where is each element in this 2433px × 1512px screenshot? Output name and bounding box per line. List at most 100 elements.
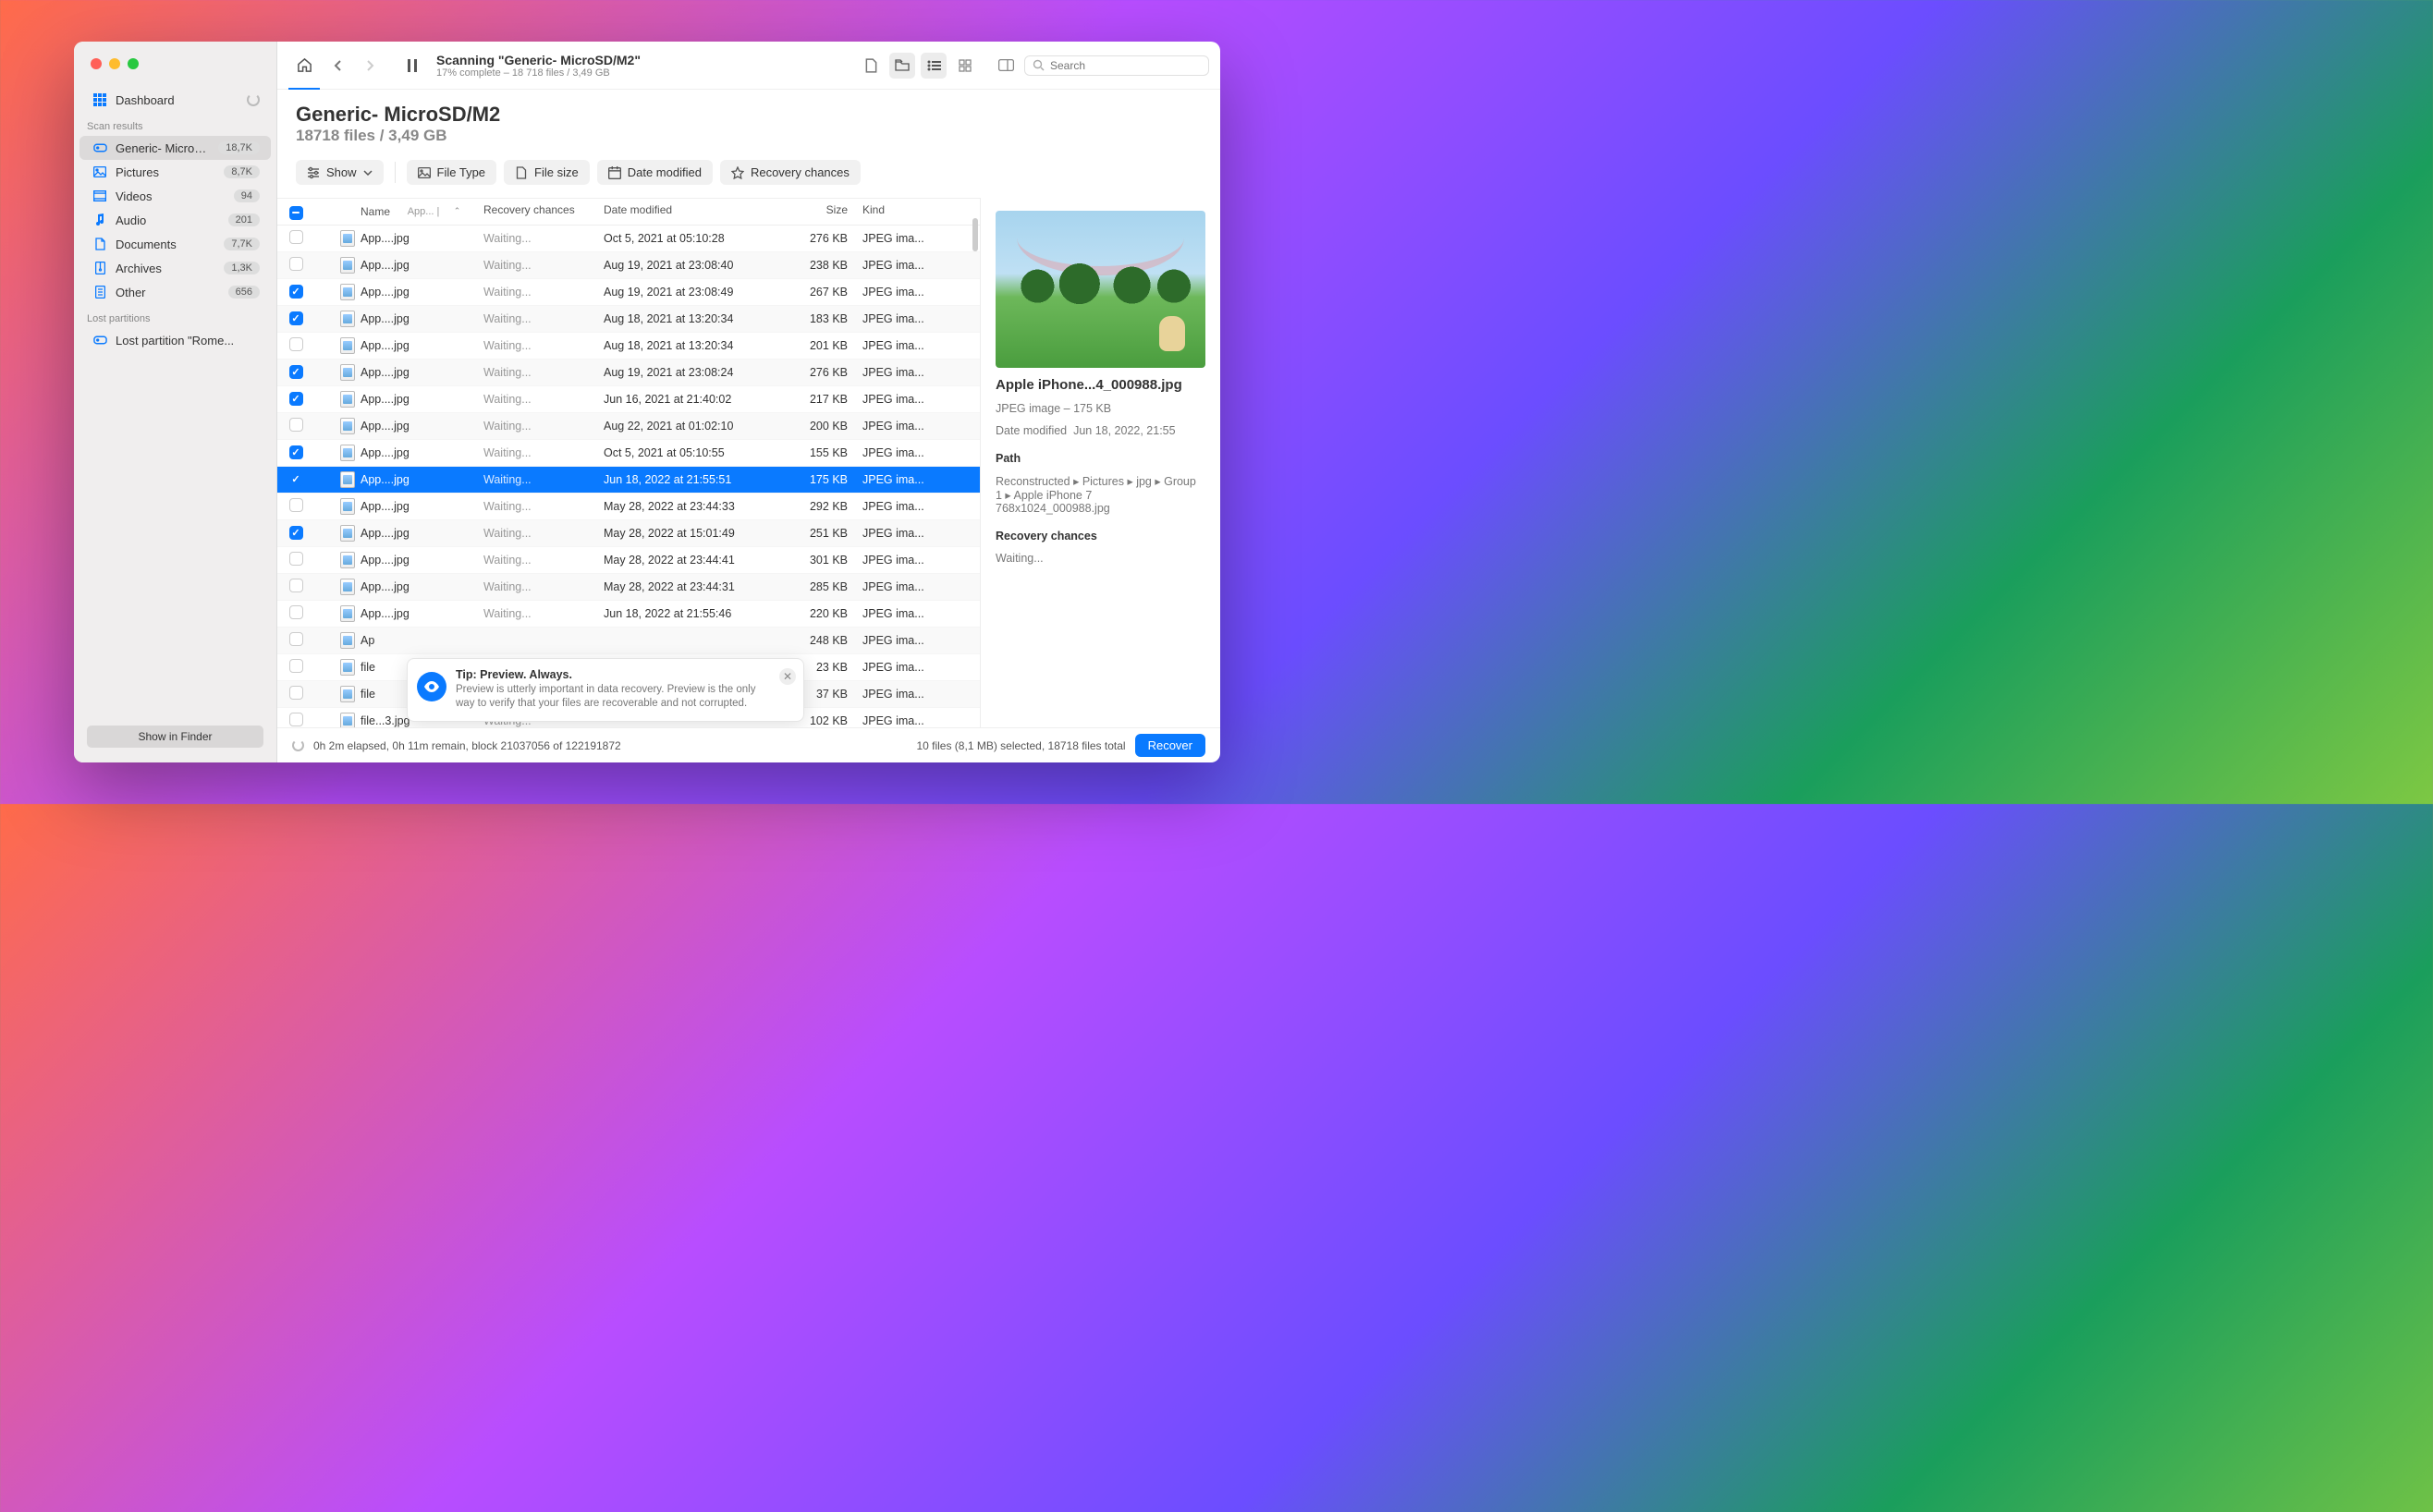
recover-button[interactable]: Recover xyxy=(1135,734,1205,757)
table-row[interactable]: App....jpg Waiting... Jun 18, 2022 at 21… xyxy=(277,601,980,628)
cell-recovery: Waiting... xyxy=(476,576,596,598)
dashboard-label: Dashboard xyxy=(116,93,238,107)
row-checkbox[interactable] xyxy=(289,337,303,351)
cell-kind: JPEG ima... xyxy=(855,629,940,652)
sidebar-item-disk[interactable]: Generic- MicroS... 18,7K xyxy=(79,136,271,160)
status-bar: 0h 2m elapsed, 0h 11m remain, block 2103… xyxy=(277,727,1220,762)
row-checkbox[interactable] xyxy=(289,498,303,512)
table-row[interactable]: App....jpg Waiting... Jun 16, 2021 at 21… xyxy=(277,386,980,413)
row-checkbox[interactable] xyxy=(289,418,303,432)
table-row[interactable]: App....jpg Waiting... Aug 19, 2021 at 23… xyxy=(277,279,980,306)
row-checkbox[interactable] xyxy=(289,285,303,299)
disk-icon xyxy=(92,140,107,155)
table-row[interactable]: App....jpg Waiting... Aug 19, 2021 at 23… xyxy=(277,252,980,279)
column-size[interactable]: Size xyxy=(781,199,855,225)
disk-icon xyxy=(92,333,107,348)
table-row[interactable]: App....jpg Waiting... May 28, 2022 at 15… xyxy=(277,520,980,547)
table-row[interactable]: App....jpg Waiting... May 28, 2022 at 23… xyxy=(277,574,980,601)
sidebar-footer: Show in Finder xyxy=(74,716,276,762)
cell-recovery: Waiting... xyxy=(476,442,596,464)
sidebar-item-archives[interactable]: Archives 1,3K xyxy=(79,256,271,280)
table-row[interactable]: App....jpg Waiting... May 28, 2022 at 23… xyxy=(277,494,980,520)
sidebar-item-label: Lost partition "Rome... xyxy=(116,334,260,348)
sidebar-item-other[interactable]: Other 656 xyxy=(79,280,271,304)
preview-thumbnail[interactable] xyxy=(996,211,1205,368)
sidebar-badge: 1,3K xyxy=(224,262,260,274)
filter-label: Date modified xyxy=(628,165,702,179)
row-checkbox[interactable] xyxy=(289,257,303,271)
row-checkbox[interactable] xyxy=(289,311,303,325)
view-icons-button[interactable] xyxy=(858,53,884,79)
column-recovery[interactable]: Recovery chances xyxy=(476,199,596,225)
other-icon xyxy=(92,285,107,299)
home-button[interactable] xyxy=(288,42,320,90)
row-checkbox[interactable] xyxy=(289,632,303,646)
sidebar-item-lost-partition[interactable]: Lost partition "Rome... xyxy=(79,328,271,352)
table-row[interactable]: App....jpg Waiting... Aug 19, 2021 at 23… xyxy=(277,360,980,386)
sidebar-item-label: Archives xyxy=(116,262,215,275)
cell-size: 220 KB xyxy=(781,603,855,625)
back-button[interactable] xyxy=(325,53,351,79)
table-body[interactable]: App....jpg Waiting... Oct 5, 2021 at 05:… xyxy=(277,226,980,728)
row-checkbox[interactable] xyxy=(289,686,303,700)
row-checkbox[interactable] xyxy=(289,445,303,459)
table-row[interactable]: App....jpg Waiting... May 28, 2022 at 23… xyxy=(277,547,980,574)
row-checkbox[interactable] xyxy=(289,365,303,379)
row-checkbox[interactable] xyxy=(289,579,303,592)
show-in-finder-button[interactable]: Show in Finder xyxy=(87,726,263,748)
minimize-window-button[interactable] xyxy=(109,58,120,69)
forward-button[interactable] xyxy=(357,53,383,79)
row-checkbox[interactable] xyxy=(289,526,303,540)
table-row[interactable]: App....jpg Waiting... Oct 5, 2021 at 05:… xyxy=(277,226,980,252)
view-grid-button[interactable] xyxy=(952,53,978,79)
tip-body: Preview is utterly important in data rec… xyxy=(456,683,772,712)
filesize-filter-button[interactable]: File size xyxy=(504,160,590,185)
file-icon xyxy=(340,311,355,327)
table-row[interactable]: App....jpg Waiting... Oct 5, 2021 at 05:… xyxy=(277,440,980,467)
show-filter-button[interactable]: Show xyxy=(296,160,384,185)
view-list-button[interactable] xyxy=(921,53,947,79)
row-checkbox[interactable] xyxy=(289,230,303,244)
row-checkbox[interactable] xyxy=(289,713,303,726)
table-row[interactable]: App....jpg Waiting... Aug 18, 2021 at 13… xyxy=(277,333,980,360)
sidebar-item-dashboard[interactable]: Dashboard xyxy=(79,88,271,112)
date-filter-button[interactable]: Date modified xyxy=(597,160,713,185)
row-checkbox[interactable] xyxy=(289,472,303,486)
column-kind[interactable]: Kind xyxy=(855,199,940,225)
table-row[interactable]: App....jpg Waiting... Jun 18, 2022 at 21… xyxy=(277,467,980,494)
cell-name: Ap xyxy=(314,628,476,653)
sidebar-item-audio[interactable]: Audio 201 xyxy=(79,208,271,232)
document-icon xyxy=(92,237,107,251)
sidebar-item-pictures[interactable]: Pictures 8,7K xyxy=(79,160,271,184)
column-date[interactable]: Date modified xyxy=(596,199,781,225)
pause-button[interactable] xyxy=(399,53,425,79)
search-input[interactable] xyxy=(1050,59,1201,72)
search-field[interactable] xyxy=(1024,55,1209,76)
table-row[interactable]: App....jpg Waiting... Aug 18, 2021 at 13… xyxy=(277,306,980,333)
row-checkbox[interactable] xyxy=(289,605,303,619)
select-all-checkbox[interactable] xyxy=(289,206,303,220)
zoom-window-button[interactable] xyxy=(128,58,139,69)
sidebar-item-label: Documents xyxy=(116,238,215,251)
close-tip-button[interactable]: ✕ xyxy=(779,668,796,685)
sidebar-item-documents[interactable]: Documents 7,7K xyxy=(79,232,271,256)
scrollbar-thumb[interactable] xyxy=(972,218,978,251)
sidebar-item-videos[interactable]: Videos 94 xyxy=(79,184,271,208)
recovery-filter-button[interactable]: Recovery chances xyxy=(720,160,861,185)
filetype-filter-button[interactable]: File Type xyxy=(407,160,497,185)
table-row[interactable]: App....jpg Waiting... Aug 22, 2021 at 01… xyxy=(277,413,980,440)
toggle-preview-button[interactable] xyxy=(993,53,1019,79)
cell-date: Oct 5, 2021 at 05:10:28 xyxy=(596,227,781,250)
row-checkbox[interactable] xyxy=(289,659,303,673)
column-name[interactable]: Name App... | ⌃ xyxy=(314,199,476,225)
close-window-button[interactable] xyxy=(91,58,102,69)
cell-size: 217 KB xyxy=(781,388,855,410)
row-checkbox[interactable] xyxy=(289,392,303,406)
main-content: Scanning "Generic- MicroSD/M2" 17% compl… xyxy=(277,42,1220,762)
row-checkbox[interactable] xyxy=(289,552,303,566)
view-folders-button[interactable] xyxy=(889,53,915,79)
table-row[interactable]: Ap 248 KB JPEG ima... xyxy=(277,628,980,654)
preview-path: Reconstructed ▸ Pictures ▸ jpg ▸ Group 1… xyxy=(996,474,1205,515)
cell-size: 276 KB xyxy=(781,227,855,250)
cell-date: Jun 16, 2021 at 21:40:02 xyxy=(596,388,781,410)
